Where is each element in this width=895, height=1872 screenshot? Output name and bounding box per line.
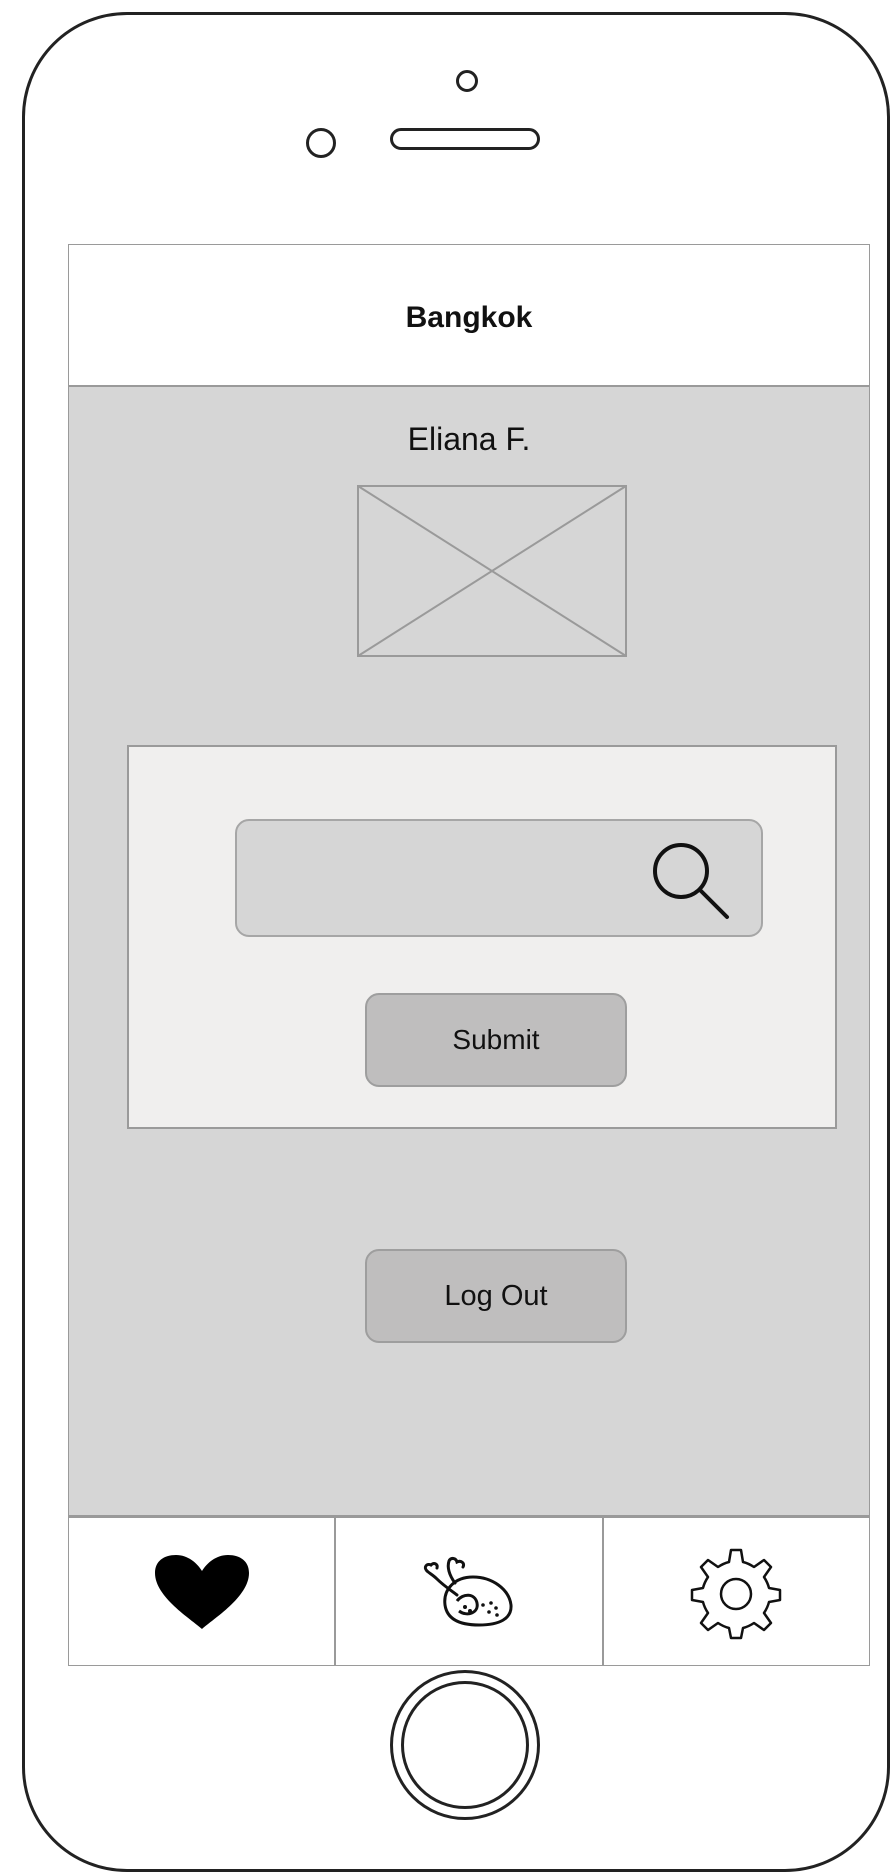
tab-settings[interactable] [604,1518,869,1665]
home-button[interactable] [390,1670,540,1820]
page-title: Bangkok [405,301,533,334]
tab-favorites[interactable] [69,1518,337,1665]
app-screen: Bangkok Eliana F. Submit Log Out [68,244,870,1666]
gear-icon [691,1548,782,1639]
header-bar: Bangkok [69,245,869,387]
home-button-ring [401,1681,529,1809]
search-box[interactable] [235,819,763,937]
speaker-slot [390,128,540,150]
profile-image-placeholder [357,485,627,657]
roast-chicken-icon [423,1556,513,1627]
user-name: Eliana F. [407,421,531,457]
heart-icon [154,1554,249,1629]
front-sensor [306,128,336,158]
submit-button[interactable]: Submit [365,993,627,1087]
tab-food[interactable] [336,1518,604,1665]
search-icon[interactable] [643,833,739,929]
tab-bar [69,1515,869,1665]
search-input[interactable] [253,841,637,917]
camera-dot [456,70,478,92]
search-form-panel: Submit [127,745,837,1129]
logout-button[interactable]: Log Out [365,1249,627,1343]
